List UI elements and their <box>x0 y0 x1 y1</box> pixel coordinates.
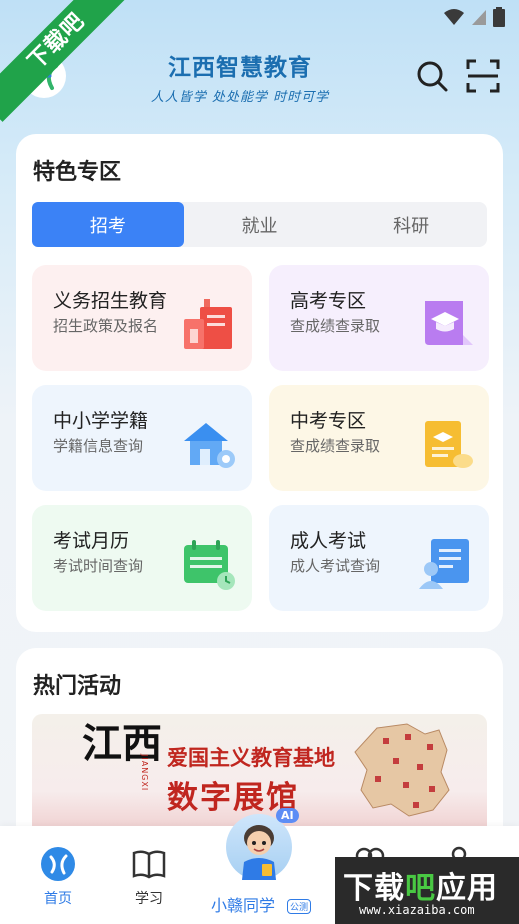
tile-compulsory-enrollment[interactable]: 义务招生教育 招生政策及报名 <box>32 265 252 371</box>
id-card-icon <box>419 539 469 589</box>
certificate-icon <box>425 421 473 468</box>
banner-subtitle: 爱国主义教育基地 <box>167 746 335 770</box>
ai-avatar-icon <box>242 825 276 880</box>
tile-exam-calendar[interactable]: 考试月历 考试时间查询 <box>32 505 252 611</box>
banner-vertical-text: JIANGXI <box>140 754 149 792</box>
home-logo-icon <box>40 846 76 882</box>
book-icon <box>131 846 167 882</box>
site-watermark: 下载吧应用 www.xiazaiba.com <box>335 857 519 924</box>
tile-title: 中小学学籍 <box>53 410 149 432</box>
ai-badge: AI <box>276 808 299 823</box>
tile-title: 考试月历 <box>53 530 130 552</box>
tile-title: 义务招生教育 <box>53 290 168 312</box>
banner-calligraphy: 江西 <box>82 720 162 767</box>
beta-tag: 公测 <box>287 899 312 914</box>
ai-assistant-button[interactable]: AI <box>226 808 299 880</box>
tile-subtitle: 考试时间查询 <box>53 557 144 575</box>
hot-activities-title: 热门活动 <box>33 674 122 699</box>
tab-keyan[interactable]: 科研 <box>335 202 487 247</box>
tile-zhongkao[interactable]: 中考专区 查成绩查录取 <box>269 385 489 491</box>
app-header: 江西智慧教育 人人皆学 处处能学 时时可学 <box>0 40 519 120</box>
tab-home[interactable]: 首页 <box>28 846 88 908</box>
featured-section: 特色专区 招考 就业 科研 义务招生教育 招生政策及报名 高考专区 查成绩查录取… <box>16 134 503 632</box>
search-icon <box>417 61 448 92</box>
scan-button[interactable] <box>463 56 503 96</box>
search-button[interactable] <box>412 56 452 96</box>
tile-subtitle: 学籍信息查询 <box>53 437 144 455</box>
jiangxi-map-icon <box>354 723 450 817</box>
house-icon <box>184 423 235 468</box>
tile-subtitle: 成人考试查询 <box>290 557 381 575</box>
featured-title: 特色专区 <box>33 160 122 185</box>
school-building-icon <box>184 299 232 349</box>
tile-gaokao[interactable]: 高考专区 查成绩查录取 <box>269 265 489 371</box>
tab-home-label: 首页 <box>44 891 72 907</box>
featured-tabs: 招考 就业 科研 <box>32 202 487 247</box>
tile-subtitle: 查成绩查录取 <box>290 437 381 455</box>
ai-assistant-label: 小赣同学 <box>211 896 276 915</box>
scan-icon <box>466 59 500 93</box>
tab-jiuye[interactable]: 就业 <box>184 202 336 247</box>
brand: 江西智慧教育 人人皆学 处处能学 时时可学 <box>140 48 340 105</box>
battery-icon <box>493 7 505 27</box>
wifi-icon <box>444 9 464 25</box>
calendar-icon <box>184 540 235 590</box>
graduation-book-icon <box>425 301 473 345</box>
app-title: 江西智慧教育 <box>168 54 312 81</box>
watermark-title: 下载吧应用 <box>343 871 498 906</box>
tile-adult-exam[interactable]: 成人考试 成人考试查询 <box>269 505 489 611</box>
tab-zhaokao[interactable]: 招考 <box>32 202 184 247</box>
tile-title: 中考专区 <box>290 410 367 432</box>
tile-title: 成人考试 <box>290 530 367 552</box>
tile-subtitle: 招生政策及报名 <box>53 317 159 335</box>
watermark-url: www.xiazaiba.com <box>359 903 475 917</box>
status-icons <box>443 7 505 27</box>
tile-title: 高考专区 <box>290 290 367 312</box>
tab-study-label: 学习 <box>135 891 163 907</box>
tile-subtitle: 查成绩查录取 <box>290 317 381 335</box>
signal-icon <box>472 10 486 25</box>
tile-student-registry[interactable]: 中小学学籍 学籍信息查询 <box>32 385 252 491</box>
app-slogan: 人人皆学 处处能学 时时可学 <box>150 90 330 105</box>
tab-study[interactable]: 学习 <box>119 846 179 908</box>
